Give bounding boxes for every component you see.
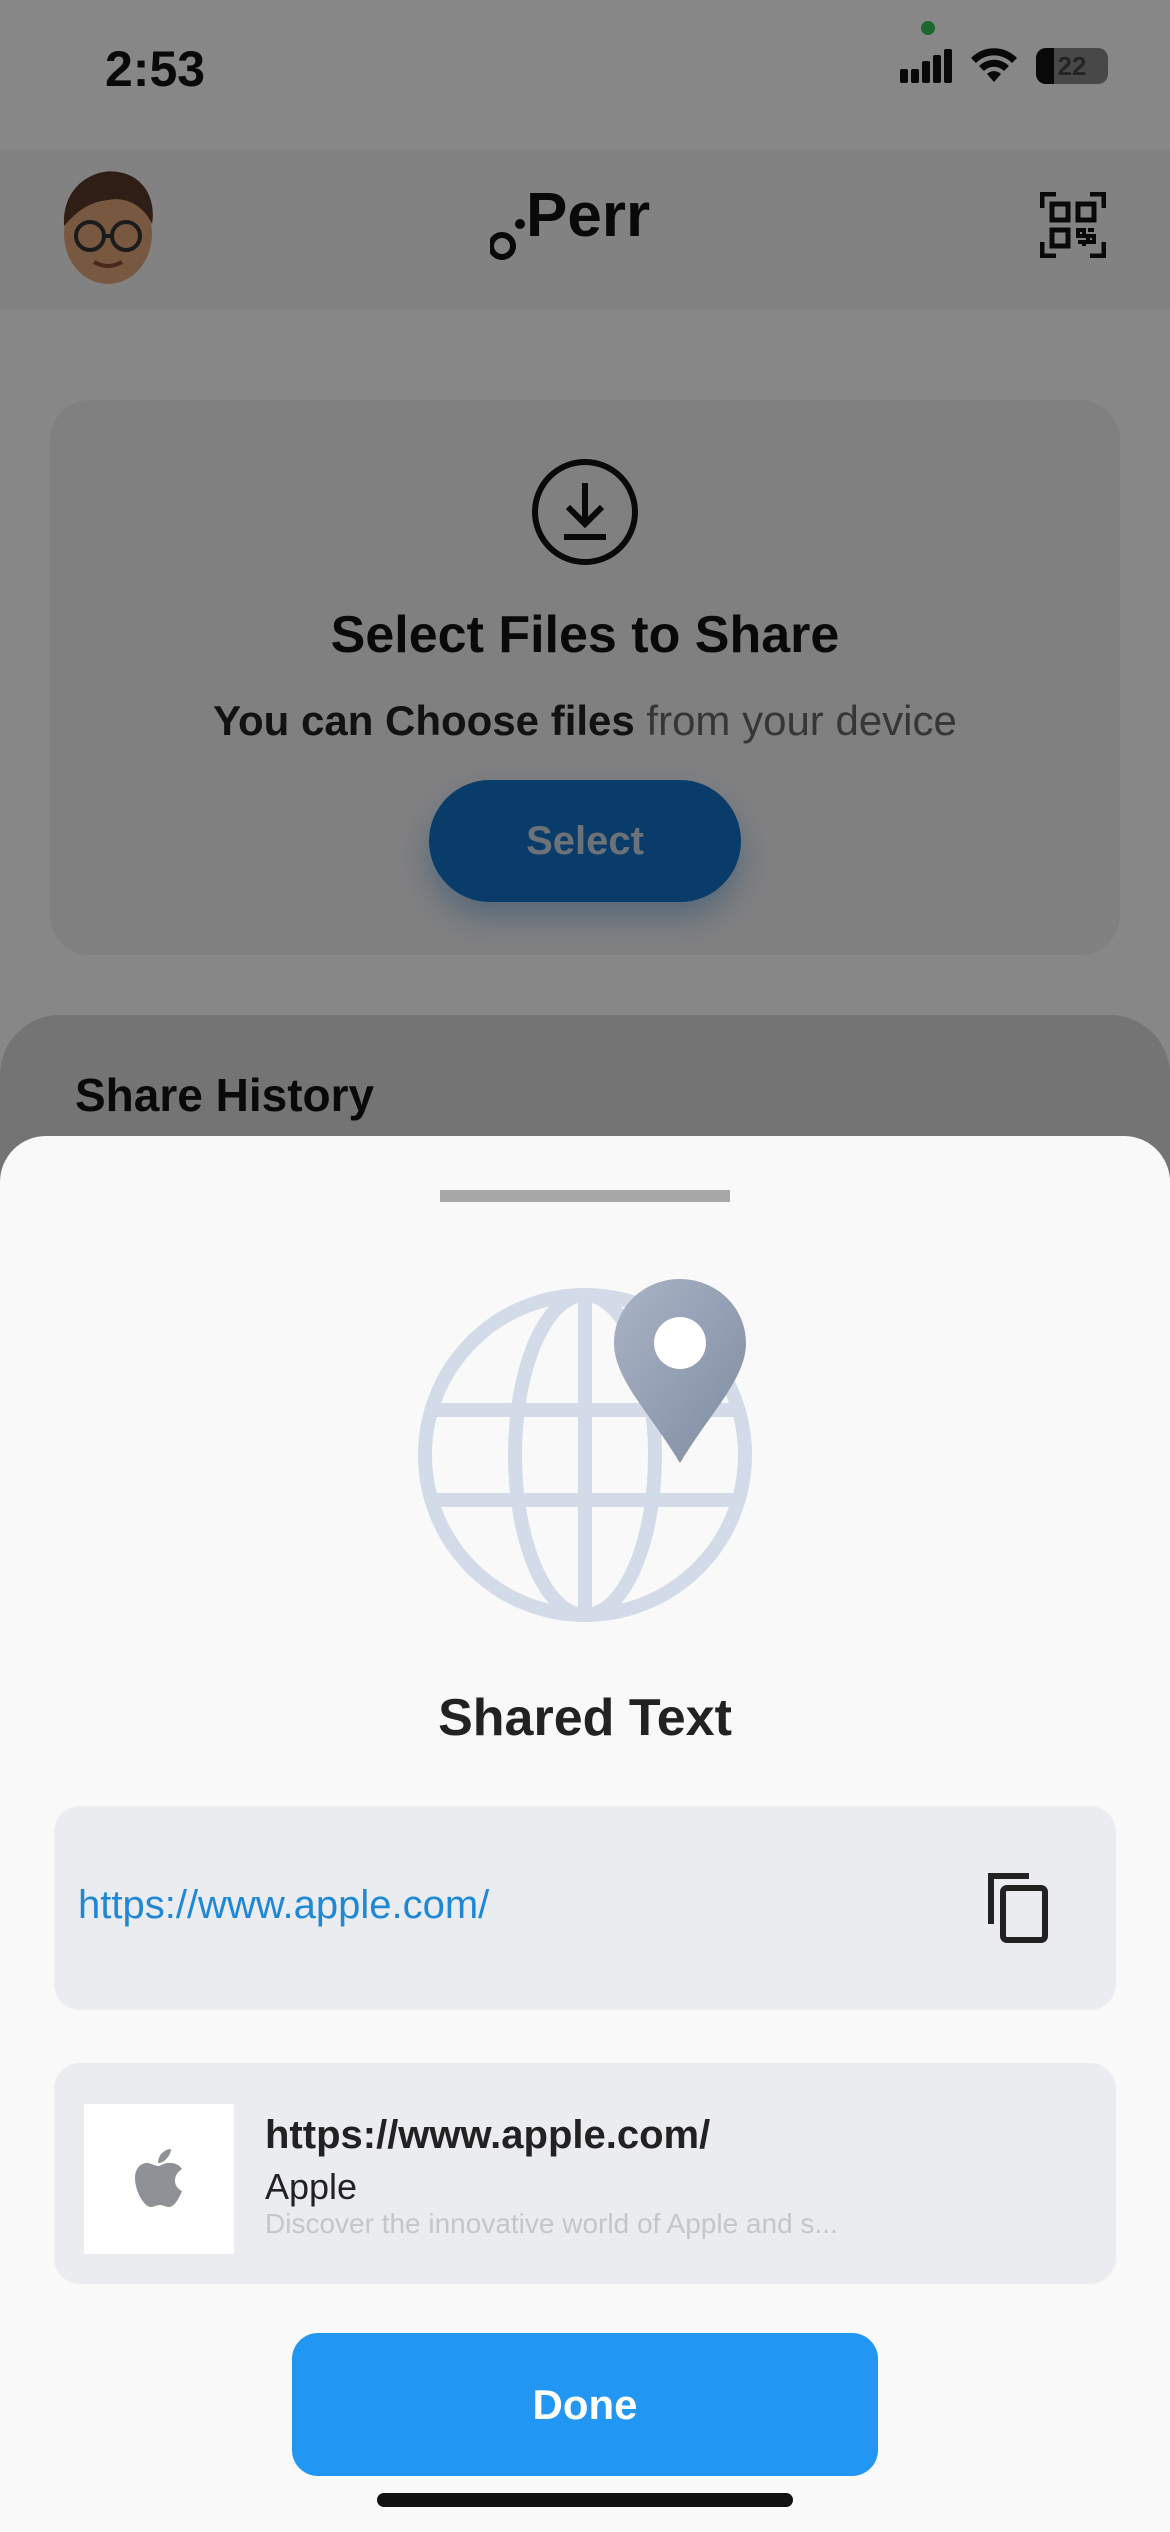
preview-site-name: Apple: [265, 2166, 358, 2207]
apple-logo-icon: [135, 2149, 182, 2207]
preview-url: https://www.apple.com/: [265, 2113, 711, 2157]
globe-location-icon: [410, 1275, 760, 1635]
done-button[interactable]: Done: [292, 2333, 878, 2476]
shared-text-title: Shared Text: [438, 1689, 732, 1747]
home-indicator[interactable]: [377, 2493, 793, 2507]
link-preview-thumbnail: [84, 2104, 234, 2254]
sheet-grabber[interactable]: [440, 1190, 730, 1202]
copy-icon[interactable]: [985, 1870, 1051, 1944]
preview-description: Discover the innovative world of Apple a…: [265, 2208, 838, 2239]
shared-url-link[interactable]: https://www.apple.com/: [78, 1883, 489, 1928]
